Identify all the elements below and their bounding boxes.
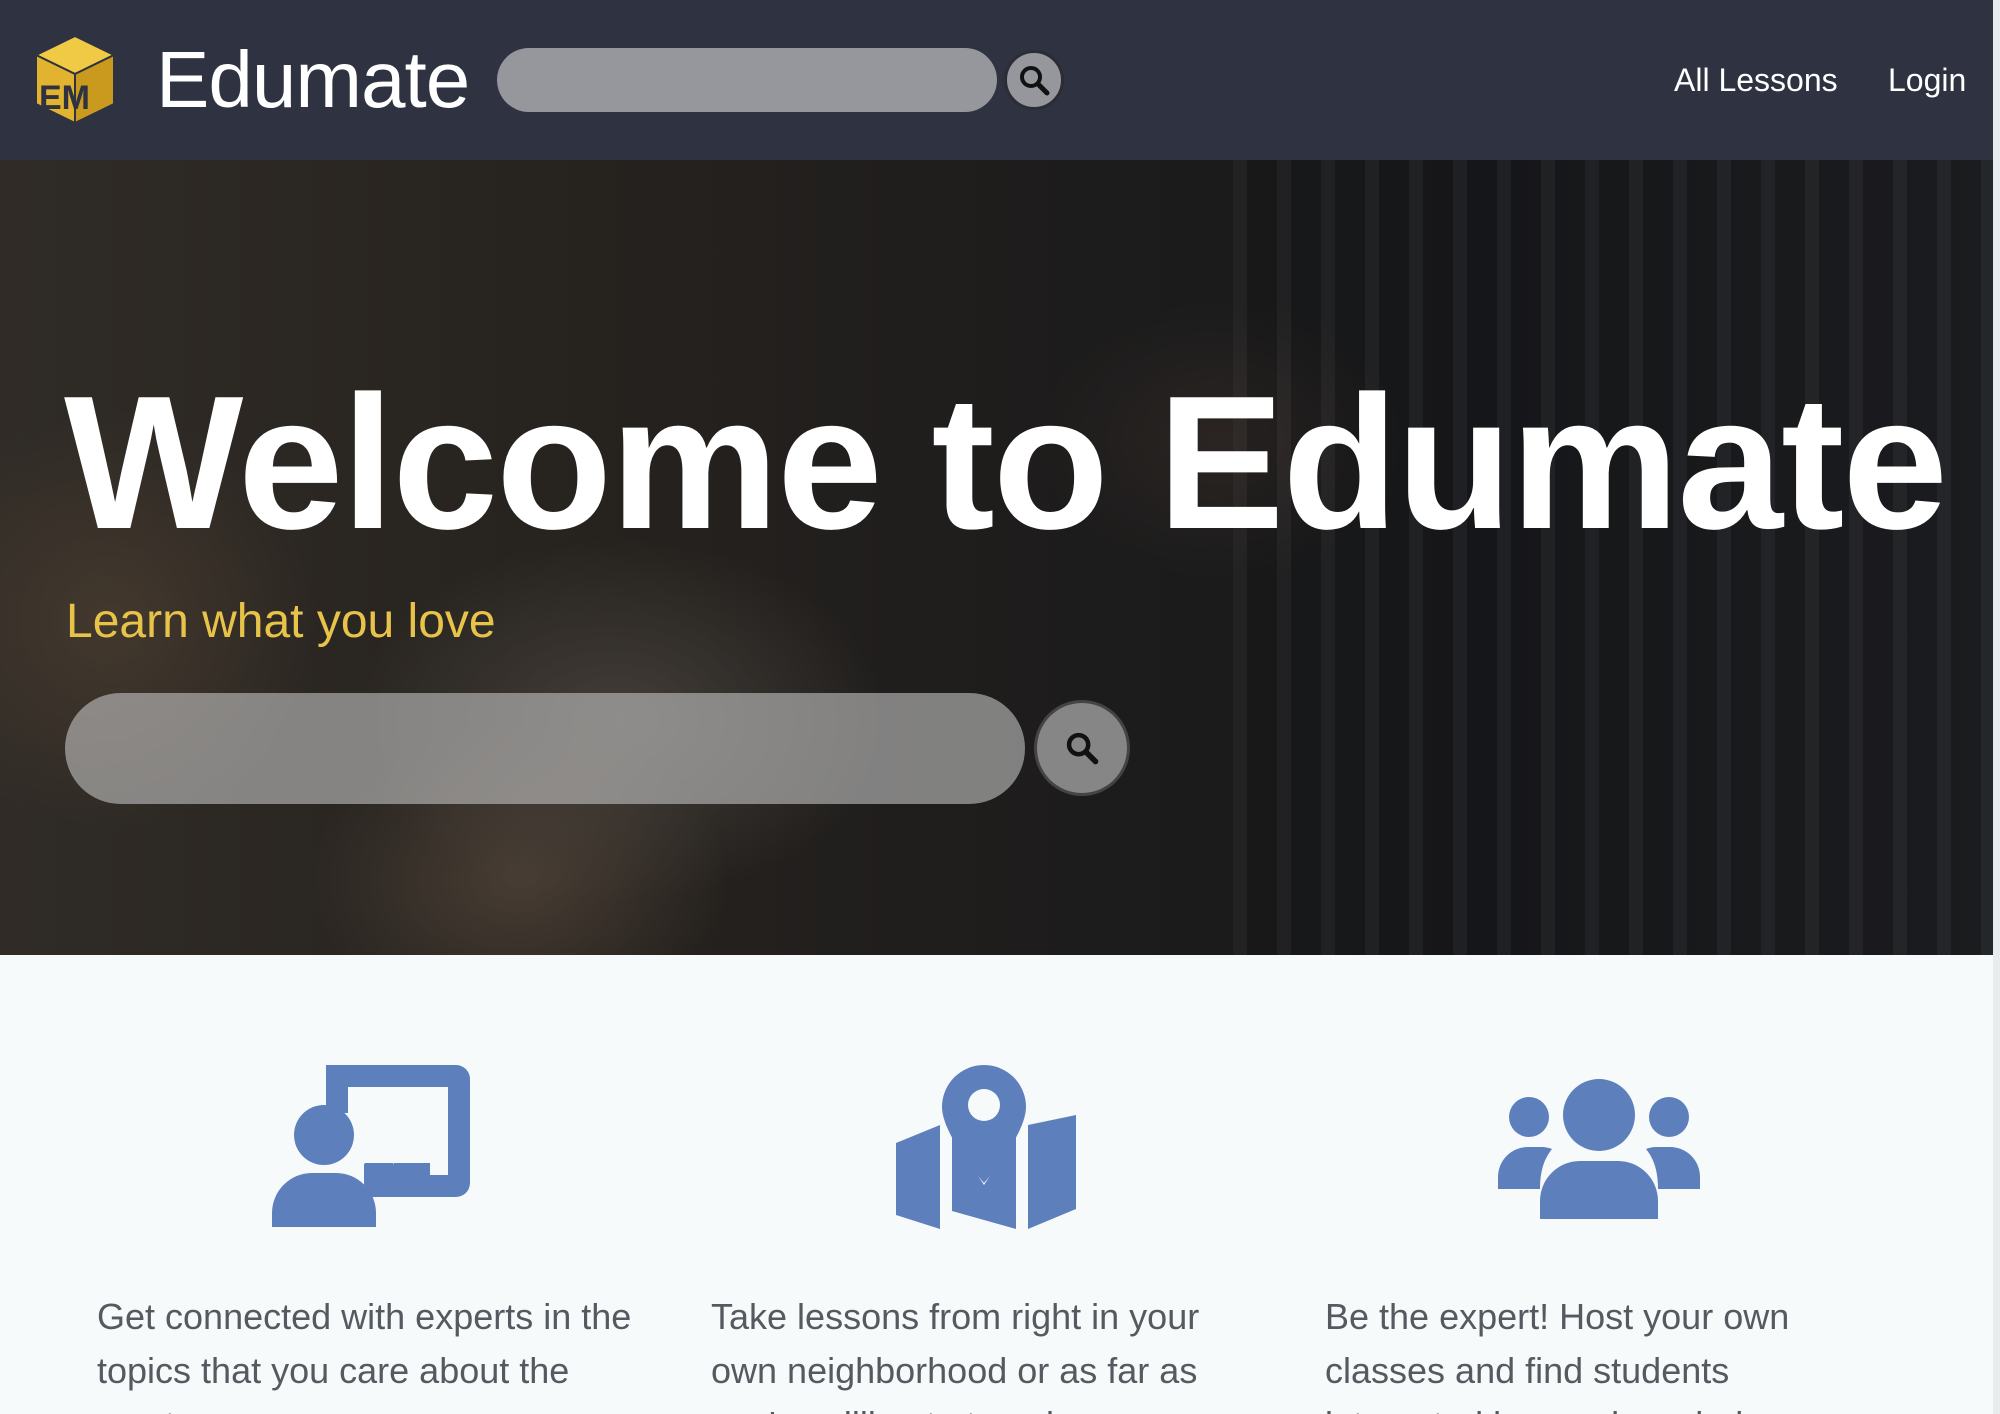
hero-title: Welcome to Edumate xyxy=(64,357,1948,569)
nav-login-link[interactable]: Login xyxy=(1888,55,1966,105)
header-search-input[interactable] xyxy=(497,48,997,112)
chalkboard-teacher-icon xyxy=(272,1065,474,1232)
brand-name[interactable]: Edumate xyxy=(156,30,470,130)
scrollbar-gutter xyxy=(1993,0,2000,1414)
map-marked-icon xyxy=(896,1065,1076,1234)
search-icon xyxy=(1066,732,1099,765)
search-icon xyxy=(1020,66,1050,96)
edumate-logo[interactable]: EM xyxy=(33,33,117,126)
hero-section: Welcome to Edumate Learn what you love xyxy=(0,160,1993,955)
navbar: EM Edumate All Lessons Login xyxy=(0,0,1993,160)
hero-search-input[interactable] xyxy=(65,693,1025,804)
users-group-icon xyxy=(1498,1077,1700,1224)
header-search-button[interactable] xyxy=(1004,50,1064,110)
feature-text-neighborhood: Take lessons from right in your own neig… xyxy=(711,1296,1200,1414)
hero-subtitle: Learn what you love xyxy=(66,595,496,648)
feature-text-host-classes: Be the expert! Host your own classes and… xyxy=(1325,1296,1793,1414)
hero-search-button[interactable] xyxy=(1034,700,1130,796)
features-section: Get connected with experts in the topics… xyxy=(0,955,1993,1414)
feature-text-experts: Get connected with experts in the topics… xyxy=(97,1296,632,1414)
nav-all-lessons-link[interactable]: All Lessons xyxy=(1674,55,1838,105)
edumate-logo-icon: EM xyxy=(33,34,117,125)
svg-text:EM: EM xyxy=(39,79,90,117)
